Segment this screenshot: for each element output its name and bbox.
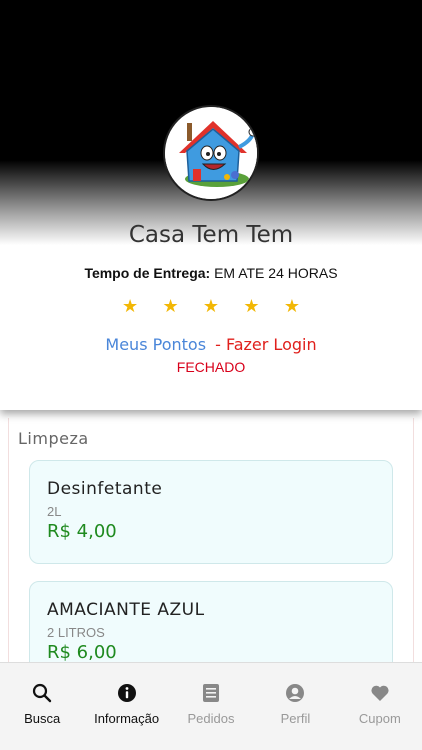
account-links: Meus Pontos - Fazer Login xyxy=(0,335,422,354)
product-card[interactable]: Desinfetante 2L R$ 4,00 xyxy=(29,460,393,564)
my-points-link[interactable]: Meus Pontos xyxy=(105,335,206,354)
bottom-nav: Busca Informação Pedidos Perfil Cupom xyxy=(0,662,422,750)
heart-icon xyxy=(371,685,389,701)
nav-label: Cupom xyxy=(358,711,401,726)
category-title: Limpeza xyxy=(18,429,89,448)
nav-item-cupom[interactable]: Cupom xyxy=(338,663,422,750)
list-icon xyxy=(203,684,220,702)
star-icon: ★ xyxy=(243,296,260,316)
nav-label: Perfil xyxy=(280,711,311,726)
delivery-time-label: Tempo de Entrega: xyxy=(84,265,211,281)
product-size: 2L xyxy=(47,504,62,519)
nav-label: Informação xyxy=(94,711,160,726)
product-name: AMACIANTE AZUL xyxy=(47,600,205,620)
nav-item-informacao[interactable]: Informação xyxy=(84,663,168,750)
store-header: Casa Tem Tem Tempo de Entrega: EM ATE 24… xyxy=(0,0,422,410)
store-name: Casa Tem Tem xyxy=(128,222,294,248)
star-icon: ★ xyxy=(122,296,139,316)
star-icon: ★ xyxy=(202,296,220,316)
search-icon xyxy=(33,683,52,703)
product-name: Desinfetante xyxy=(47,479,163,499)
delivery-time: Tempo de Entrega: EM ATE 24 HORAS xyxy=(0,265,422,281)
nav-item-busca[interactable]: Busca xyxy=(0,663,84,750)
product-price: R$ 4,00 xyxy=(47,521,117,542)
info-icon xyxy=(117,684,136,702)
product-price: R$ 6,00 xyxy=(47,642,117,663)
login-link[interactable]: - Fazer Login xyxy=(215,335,316,354)
store-logo xyxy=(163,105,259,201)
nav-item-pedidos[interactable]: Pedidos xyxy=(169,663,253,750)
delivery-time-value: EM ATE 24 HORAS xyxy=(214,265,338,281)
nav-label: Busca xyxy=(24,711,61,726)
product-size: 2 LITROS xyxy=(47,625,105,640)
store-status-badge: FECHADO xyxy=(176,359,246,375)
user-icon xyxy=(286,684,305,702)
nav-item-perfil[interactable]: Perfil xyxy=(253,663,337,750)
star-icon: ★ xyxy=(162,296,179,316)
nav-label: Pedidos xyxy=(187,711,235,726)
house-mascot-logo xyxy=(165,107,257,199)
product-list: Limpeza Desinfetante 2L R$ 4,00 AMACIANT… xyxy=(8,418,414,685)
star-icon: ★ xyxy=(283,296,300,316)
rating-stars: ★ ★ ★ ★ ★ xyxy=(122,294,300,318)
